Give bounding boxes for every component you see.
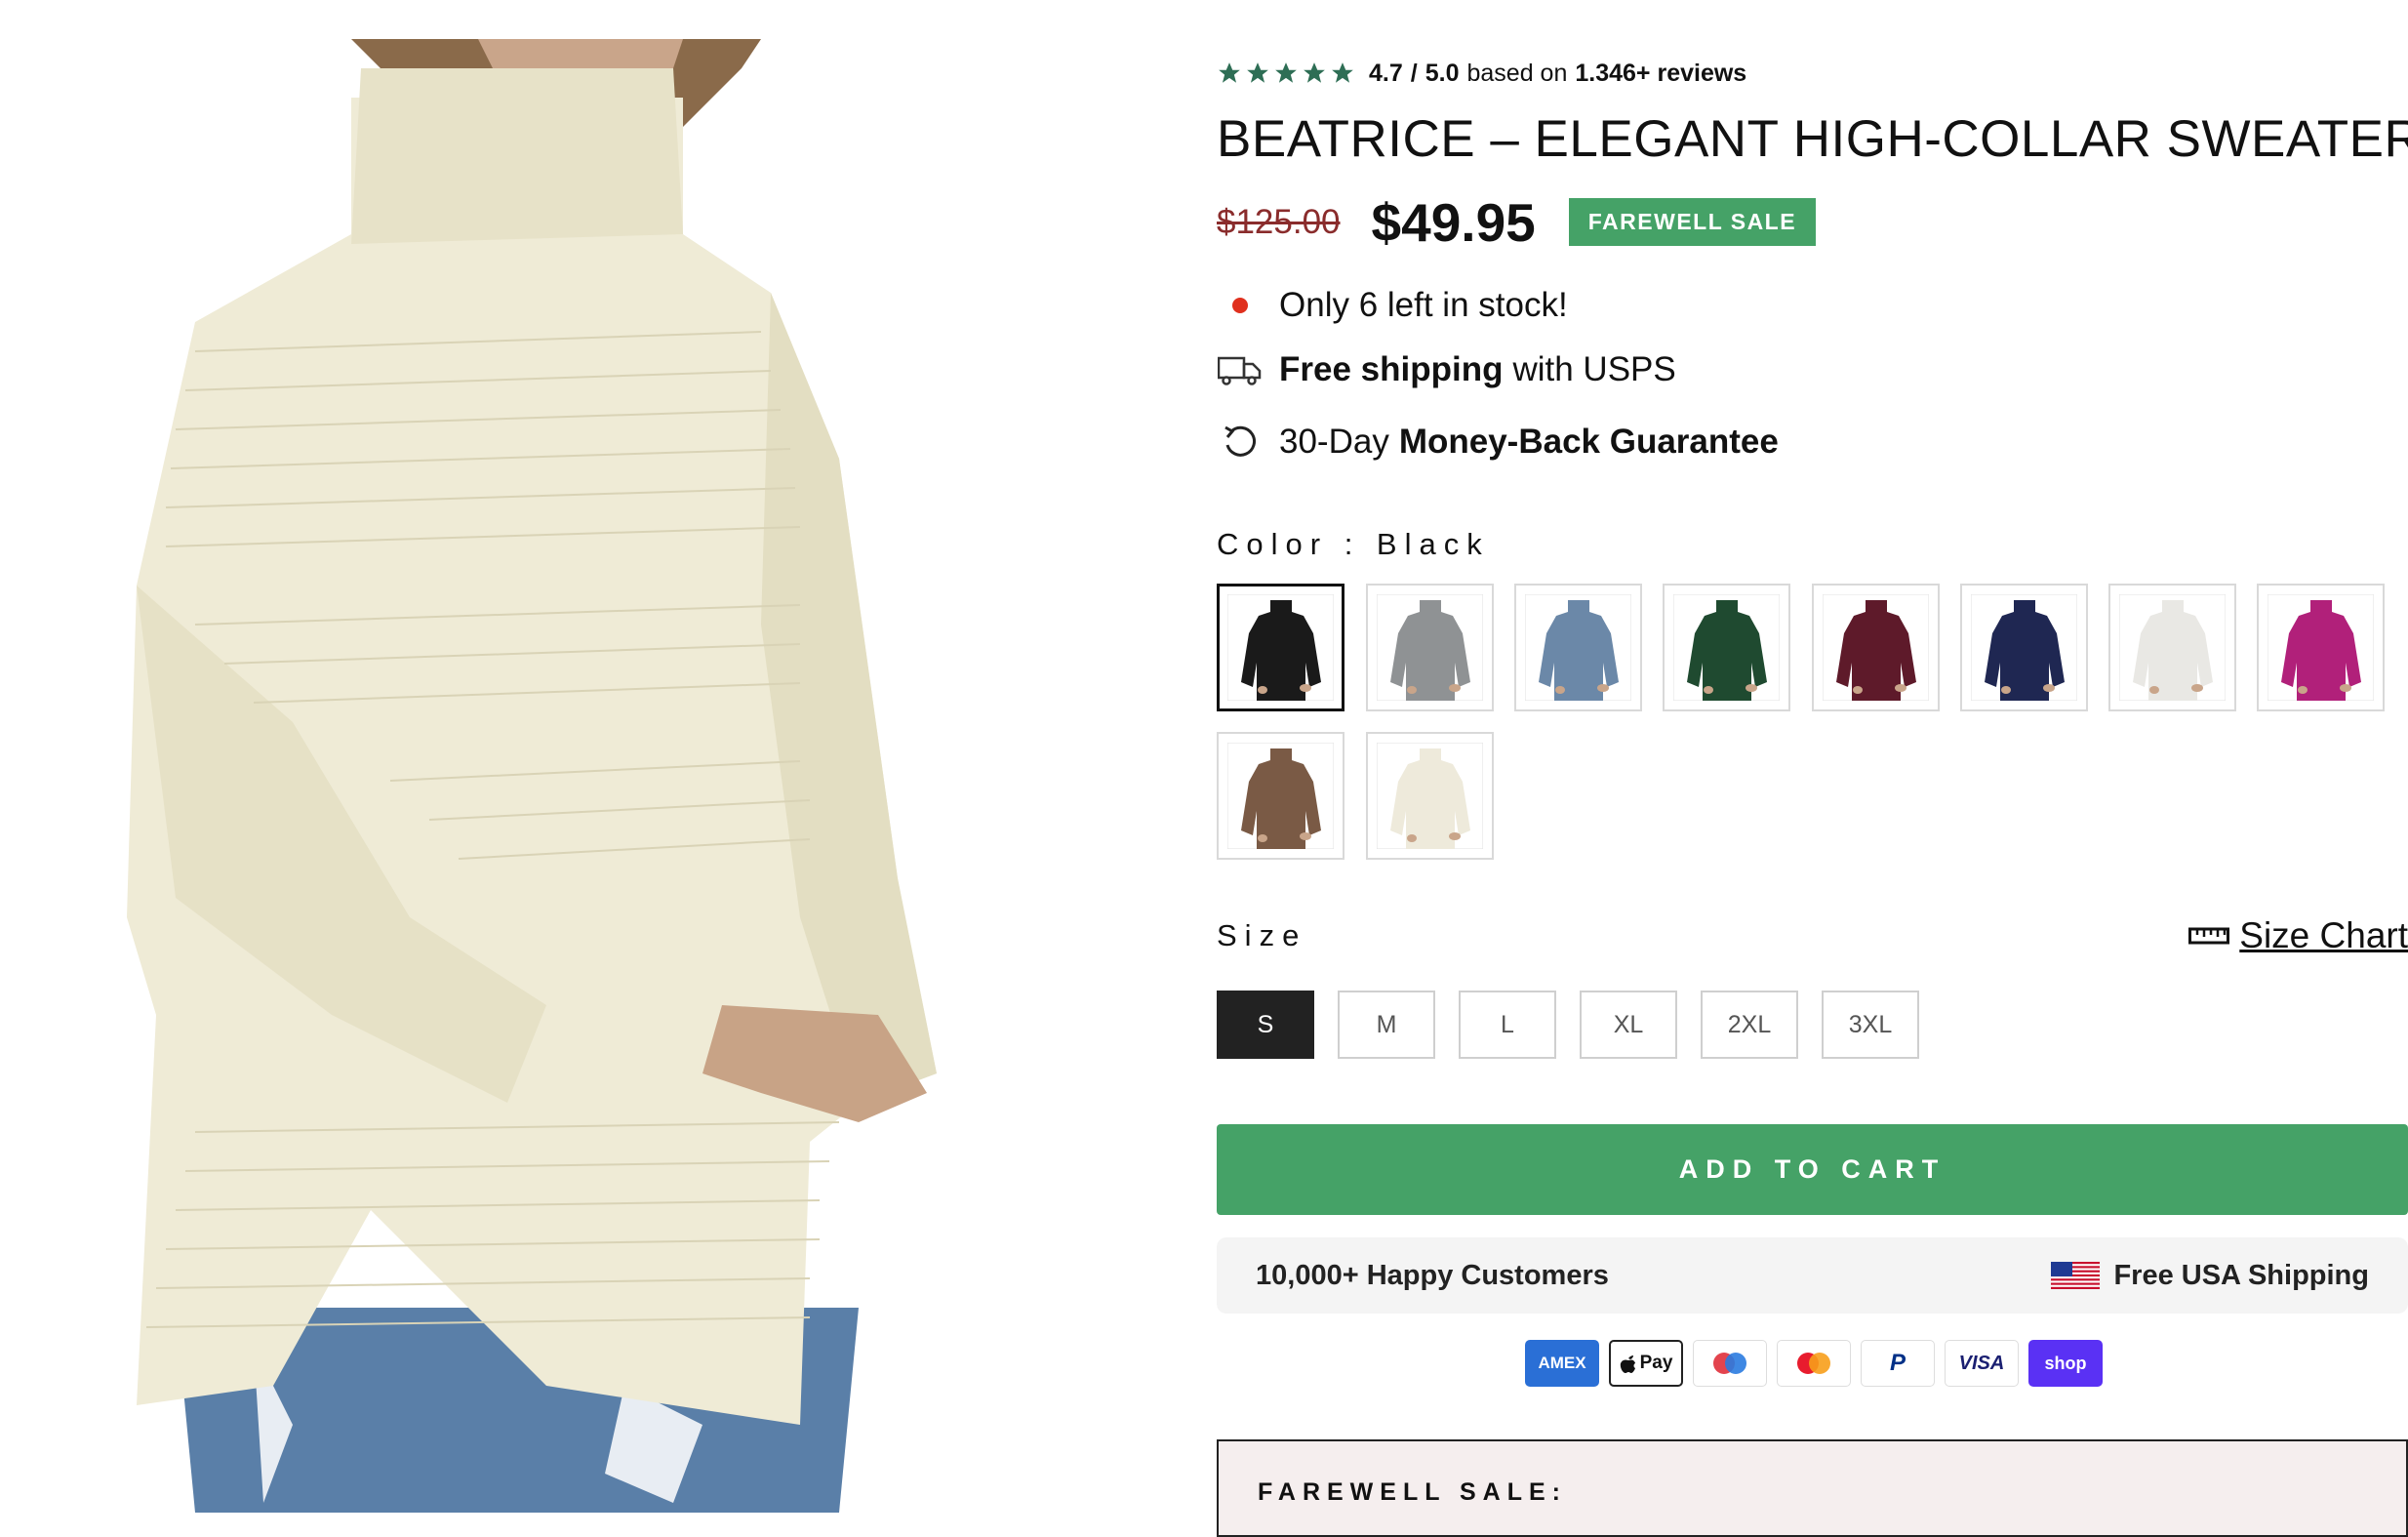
product-info: 4.7 / 5.0 based on 1.346+ reviews BEATRI… bbox=[1217, 0, 2408, 1537]
swatch-brown[interactable] bbox=[1217, 732, 1344, 860]
amex-icon: AMEX bbox=[1525, 1340, 1599, 1387]
size-option-3xl[interactable]: 3XL bbox=[1822, 991, 1919, 1059]
maestro-icon bbox=[1693, 1340, 1767, 1387]
size-chart-text: Size Chart bbox=[2239, 915, 2408, 955]
sweater-thumbnail bbox=[1377, 594, 1483, 701]
size-chart-link[interactable]: Size Chart bbox=[2188, 915, 2408, 956]
size-option-m[interactable]: M bbox=[1338, 991, 1435, 1059]
sweater-thumbnail bbox=[1673, 594, 1780, 701]
farewell-sale-box: FAREWELL SALE: bbox=[1217, 1439, 2408, 1537]
star-icon bbox=[1219, 62, 1240, 83]
original-price: $125.00 bbox=[1217, 202, 1341, 241]
product-photo[interactable] bbox=[0, 39, 1122, 1513]
sweater-thumbnail bbox=[1227, 743, 1334, 849]
swatch-magenta[interactable] bbox=[2257, 584, 2385, 711]
sweater-thumbnail bbox=[1971, 594, 2077, 701]
size-options: S M L XL 2XL 3XL bbox=[1217, 991, 1919, 1059]
size-option-xl[interactable]: XL bbox=[1580, 991, 1677, 1059]
payment-methods: AMEX Pay P VISA shop bbox=[1525, 1340, 2103, 1387]
sale-badge: FAREWELL SALE bbox=[1568, 198, 1817, 246]
swatch-blue[interactable] bbox=[1514, 584, 1642, 711]
star-rating bbox=[1217, 61, 1355, 86]
swatch-cream[interactable] bbox=[1366, 732, 1494, 860]
stock-dot-icon bbox=[1217, 286, 1264, 325]
rating-based-on: based on bbox=[1466, 59, 1568, 87]
star-icon bbox=[1247, 62, 1268, 83]
star-icon bbox=[1275, 62, 1297, 83]
sweater-thumbnail bbox=[2268, 594, 2374, 701]
swatch-black[interactable] bbox=[1217, 584, 1344, 711]
sweater-image bbox=[127, 39, 937, 1513]
rating-max: 5.0 bbox=[1425, 59, 1460, 87]
refresh-icon bbox=[1217, 423, 1264, 462]
shipping-notice: Free shipping with USPS bbox=[1217, 350, 1676, 389]
guarantee-bold-text: Money-Back Guarantee bbox=[1398, 423, 1779, 461]
shipping-bold-text: Free shipping bbox=[1279, 350, 1504, 388]
paypal-icon: P bbox=[1861, 1340, 1935, 1387]
visa-icon: VISA bbox=[1945, 1340, 2019, 1387]
swatch-white[interactable] bbox=[2108, 584, 2236, 711]
sale-price: $49.95 bbox=[1371, 191, 1536, 253]
free-shipping-badge: Free USA Shipping bbox=[2051, 1260, 2369, 1292]
star-icon bbox=[1332, 62, 1353, 83]
shipping-rest-text: with USPS bbox=[1512, 350, 1676, 388]
sweater-thumbnail bbox=[1377, 743, 1483, 849]
swatch-navy[interactable] bbox=[1960, 584, 2088, 711]
sweater-thumbnail bbox=[1227, 594, 1334, 701]
price-row: $125.00 $49.95 FAREWELL SALE bbox=[1217, 190, 1817, 254]
happy-customers-text: 10,000+ Happy Customers bbox=[1256, 1259, 1609, 1291]
add-to-cart-button[interactable]: ADD TO CART bbox=[1217, 1124, 2408, 1215]
us-flag-icon bbox=[2051, 1262, 2101, 1289]
farewell-sale-title: FAREWELL SALE: bbox=[1258, 1478, 1567, 1506]
size-option-2xl[interactable]: 2XL bbox=[1701, 991, 1798, 1059]
swatch-burgundy[interactable] bbox=[1812, 584, 1940, 711]
apple-pay-icon: Pay bbox=[1609, 1340, 1683, 1387]
swatch-gray[interactable] bbox=[1366, 584, 1494, 711]
star-icon bbox=[1304, 62, 1325, 83]
size-option-s[interactable]: S bbox=[1217, 991, 1314, 1059]
size-label: Size bbox=[1217, 918, 1307, 952]
stock-notice: Only 6 left in stock! bbox=[1217, 286, 1568, 325]
stock-text: Only 6 left in stock! bbox=[1279, 286, 1568, 324]
swatch-green[interactable] bbox=[1663, 584, 1790, 711]
sweater-thumbnail bbox=[1525, 594, 1631, 701]
free-usa-shipping-text: Free USA Shipping bbox=[2113, 1259, 2369, 1291]
guarantee-notice: 30-Day Money-Back Guarantee bbox=[1217, 423, 1779, 462]
color-label: Color : Black bbox=[1217, 527, 1490, 561]
sweater-thumbnail bbox=[2119, 594, 2226, 701]
sweater-thumbnail bbox=[1823, 594, 1929, 701]
shop-pay-icon: shop bbox=[2028, 1340, 2103, 1387]
trust-bar: 10,000+ Happy Customers Free USA Shippin… bbox=[1217, 1237, 2408, 1314]
guarantee-pre-text: 30-Day bbox=[1279, 423, 1389, 461]
rating-summary[interactable]: 4.7 / 5.0 based on 1.346+ reviews bbox=[1217, 56, 1746, 91]
ruler-icon bbox=[2188, 927, 2230, 945]
rating-score: 4.7 bbox=[1369, 59, 1403, 87]
truck-icon bbox=[1217, 350, 1264, 389]
size-option-l[interactable]: L bbox=[1459, 991, 1556, 1059]
mastercard-icon bbox=[1777, 1340, 1851, 1387]
rating-separator: / bbox=[1410, 59, 1418, 87]
rating-reviews-count: 1.346+ reviews bbox=[1575, 59, 1747, 87]
product-title: BEATRICE – ELEGANT HIGH-COLLAR SWEATER bbox=[1217, 110, 2408, 168]
